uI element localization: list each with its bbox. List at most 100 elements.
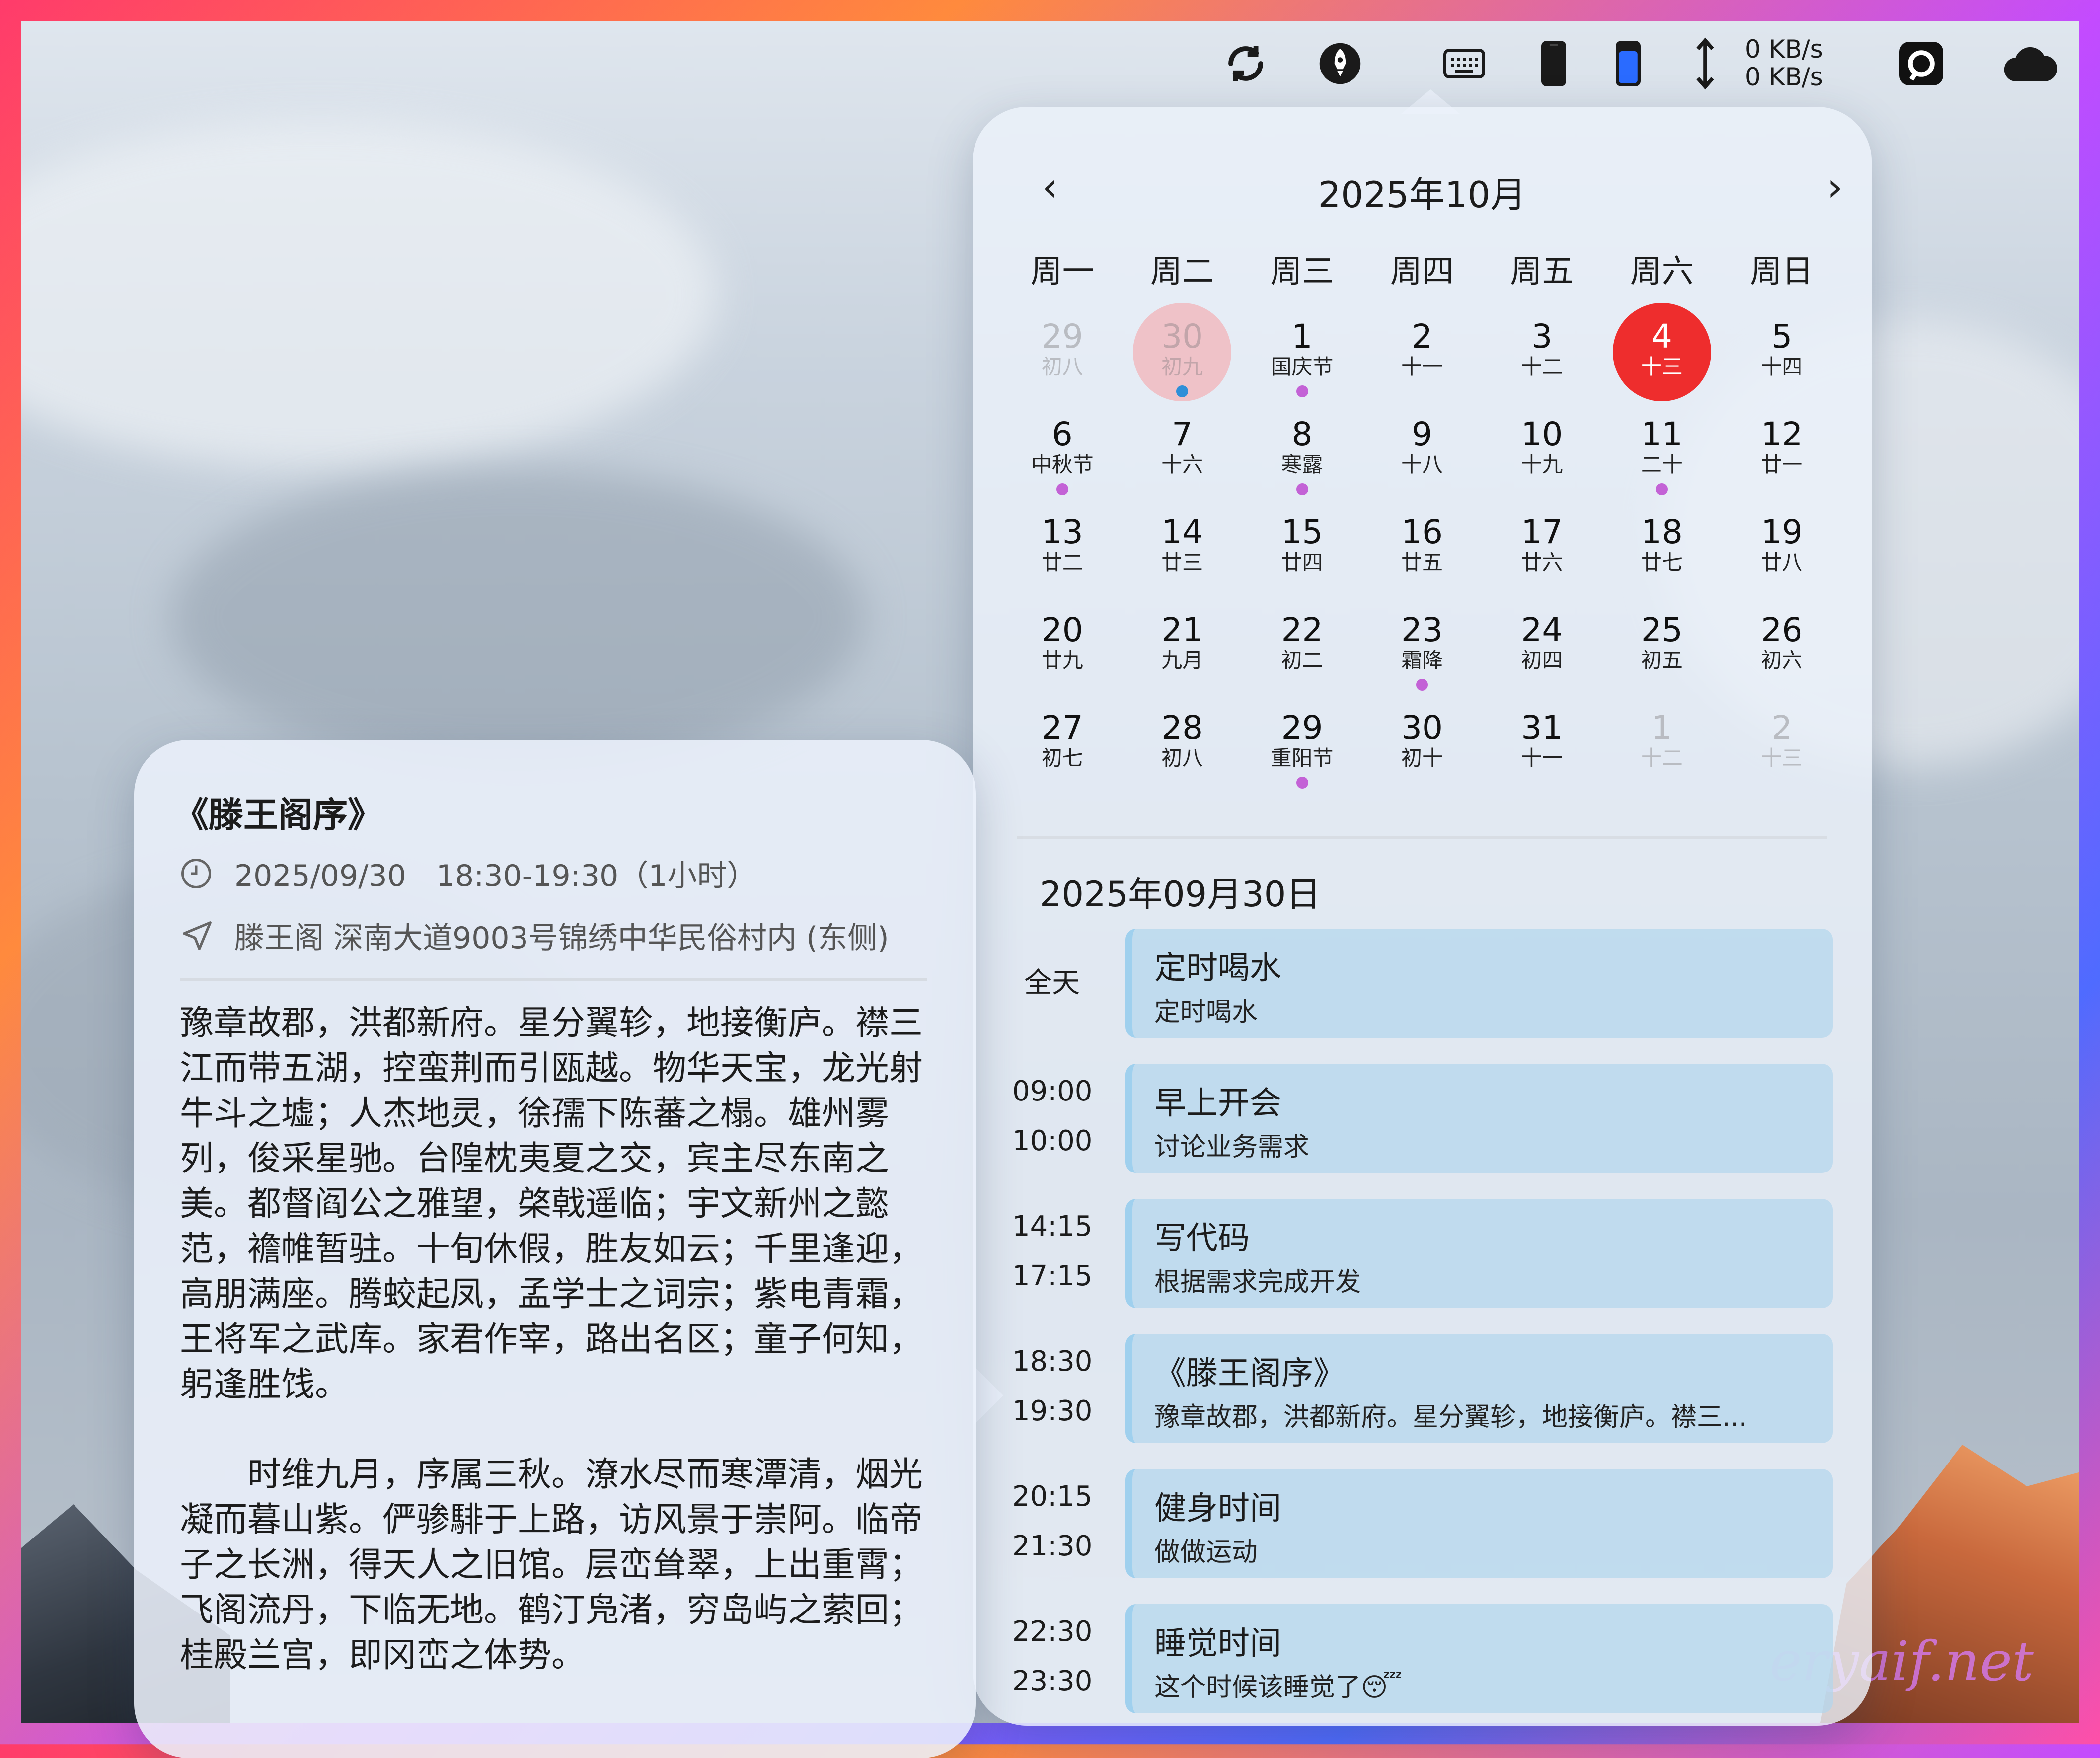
day-cell[interactable]: 8 寒露: [1242, 401, 1362, 499]
day-cell[interactable]: 26 初六: [1722, 596, 1842, 694]
day-cell[interactable]: 6 中秋节: [1002, 401, 1122, 499]
lunar-date: 十六: [1161, 452, 1203, 477]
day-cell[interactable]: 28 初八: [1122, 694, 1242, 792]
day-number: 14: [1161, 513, 1203, 551]
lunar-date: 廿七: [1641, 550, 1683, 575]
day-number: 5: [1771, 317, 1793, 356]
event-row: 20:15 21:30 健身时间 做做运动: [973, 1469, 1872, 1583]
keyboard-icon[interactable]: [1442, 41, 1487, 86]
day-cell[interactable]: 20 廿九: [1002, 596, 1122, 694]
battery-icon[interactable]: [1611, 41, 1646, 86]
day-cell[interactable]: 2 十一: [1362, 303, 1482, 401]
event-card[interactable]: 早上开会讨论业务需求: [1125, 1064, 1833, 1173]
event-start-time: 18:30: [1012, 1345, 1093, 1378]
day-cell[interactable]: 1 十二: [1602, 694, 1722, 792]
sync-icon[interactable]: [1223, 41, 1268, 86]
day-cell[interactable]: 10 十九: [1482, 401, 1602, 499]
day-number: 18: [1641, 513, 1683, 551]
event-title: 写代码: [1154, 1220, 1250, 1257]
day-cell[interactable]: 14 廿三: [1122, 499, 1242, 596]
event-end-time: 23:30: [1012, 1665, 1093, 1697]
lunar-date: 十九: [1521, 452, 1563, 477]
day-cell[interactable]: 15 廿四: [1242, 499, 1362, 596]
day-cell[interactable]: 13 廿二: [1002, 499, 1122, 596]
day-number: 1: [1651, 709, 1672, 747]
day-cell[interactable]: 9 十八: [1362, 401, 1482, 499]
day-number: 25: [1641, 611, 1683, 649]
event-card[interactable]: 写代码 根据需求完成开发: [1125, 1199, 1833, 1308]
event-card[interactable]: 健身时间 做做运动: [1125, 1469, 1833, 1578]
event-title: 早上开会: [1154, 1085, 1281, 1122]
event-dot: [1176, 385, 1189, 397]
lunar-date: 重阳节: [1271, 746, 1334, 770]
event-end-time: 21:30: [1012, 1530, 1093, 1562]
day-cell[interactable]: 25 初五: [1602, 596, 1722, 694]
screen-app-icon[interactable]: [1896, 41, 1946, 86]
event-card[interactable]: 《滕王阁序》 豫章故郡，洪都新府。星分翼轸，地接衡庐。襟三...: [1125, 1334, 1833, 1443]
day-cell[interactable]: 23 霜降: [1362, 596, 1482, 694]
updown-arrow-icon: [1690, 37, 1720, 90]
lunar-date: 十一: [1401, 355, 1443, 379]
lunar-date: 廿五: [1401, 550, 1443, 575]
event-description: 做做运动: [1154, 1538, 1258, 1567]
day-cell[interactable]: 27 初七: [1002, 694, 1122, 792]
day-cell-selected[interactable]: 30 初九: [1122, 303, 1242, 401]
day-cell[interactable]: 22 初二: [1242, 596, 1362, 694]
day-cell[interactable]: 3 十二: [1482, 303, 1602, 401]
day-number: 24: [1521, 611, 1563, 649]
net-up-speed: 0 KB/s: [1745, 35, 1823, 64]
weekday-label: 周六: [1630, 253, 1694, 290]
day-cell[interactable]: 29 重阳节: [1242, 694, 1362, 792]
lunar-date: 霜降: [1401, 648, 1443, 672]
event-time: 20:15 21:30: [1012, 1472, 1092, 1571]
day-cell[interactable]: 2 十三: [1722, 694, 1842, 792]
event-card[interactable]: 定时喝水 定时喝水: [1125, 929, 1833, 1038]
next-month-button[interactable]: ›: [1827, 164, 1843, 210]
day-cell[interactable]: 30 初十: [1362, 694, 1482, 792]
lunar-date: 廿八: [1761, 550, 1803, 575]
phone-icon[interactable]: [1536, 41, 1571, 86]
day-cell[interactable]: 21 九月: [1122, 596, 1242, 694]
day-cell[interactable]: 31 十一: [1482, 694, 1602, 792]
lunar-date: 初八: [1041, 355, 1083, 379]
day-number: 2: [1411, 317, 1432, 356]
day-cell[interactable]: 17 廿六: [1482, 499, 1602, 596]
day-cell[interactable]: 16 廿五: [1362, 499, 1482, 596]
day-cell[interactable]: 19 廿八: [1722, 499, 1842, 596]
weekday-header: 周一 周二 周三 周四 周五 周六 周日: [1002, 246, 1842, 292]
event-description: 讨论业务需求: [1154, 1132, 1310, 1162]
day-grid: 29 初八 30 初九 1 国庆节 2 十一 3 十二 4 十三 5 十四 6 中秋节 7 十六 8 寒露 9 十八 10 十…: [1002, 303, 1842, 792]
day-cell-today[interactable]: 4 十三: [1602, 303, 1722, 401]
event-start-time: 09:00: [1012, 1075, 1093, 1107]
month-title: 2025年10月: [1318, 174, 1526, 216]
event-end-time: 17:15: [1012, 1260, 1093, 1292]
event-detail-title: 《滕王阁序》: [174, 795, 382, 835]
rocket-icon[interactable]: [1318, 41, 1362, 86]
weekday-label: 周日: [1750, 253, 1814, 290]
lunar-date: 廿一: [1761, 452, 1803, 477]
day-cell[interactable]: 1 国庆节: [1242, 303, 1362, 401]
day-number: 1: [1291, 317, 1313, 356]
day-number: 4: [1651, 317, 1672, 356]
event-card[interactable]: 睡觉时间 这个时候该睡觉了😴: [1125, 1604, 1833, 1713]
day-cell[interactable]: 29 初八: [1002, 303, 1122, 401]
event-start-time: 全天: [1024, 967, 1080, 999]
day-cell[interactable]: 11 二十: [1602, 401, 1722, 499]
day-number: 9: [1411, 415, 1432, 453]
cloud-icon[interactable]: [2001, 41, 2060, 86]
day-cell[interactable]: 12 廿一: [1722, 401, 1842, 499]
event-time: 14:15 17:15: [1012, 1202, 1092, 1301]
day-number: 13: [1041, 513, 1083, 551]
day-cell[interactable]: 24 初四: [1482, 596, 1602, 694]
event-dot: [1416, 679, 1428, 691]
day-number: 6: [1051, 415, 1073, 453]
event-time: 09:00 10:00: [1012, 1067, 1092, 1166]
popover-divider: [180, 978, 927, 981]
day-number: 3: [1531, 317, 1553, 356]
day-cell[interactable]: 7 十六: [1122, 401, 1242, 499]
lunar-date: 初六: [1761, 648, 1803, 672]
lunar-date: 十三: [1761, 746, 1803, 770]
day-number: 30: [1161, 317, 1203, 356]
day-cell[interactable]: 5 十四: [1722, 303, 1842, 401]
day-cell[interactable]: 18 廿七: [1602, 499, 1722, 596]
